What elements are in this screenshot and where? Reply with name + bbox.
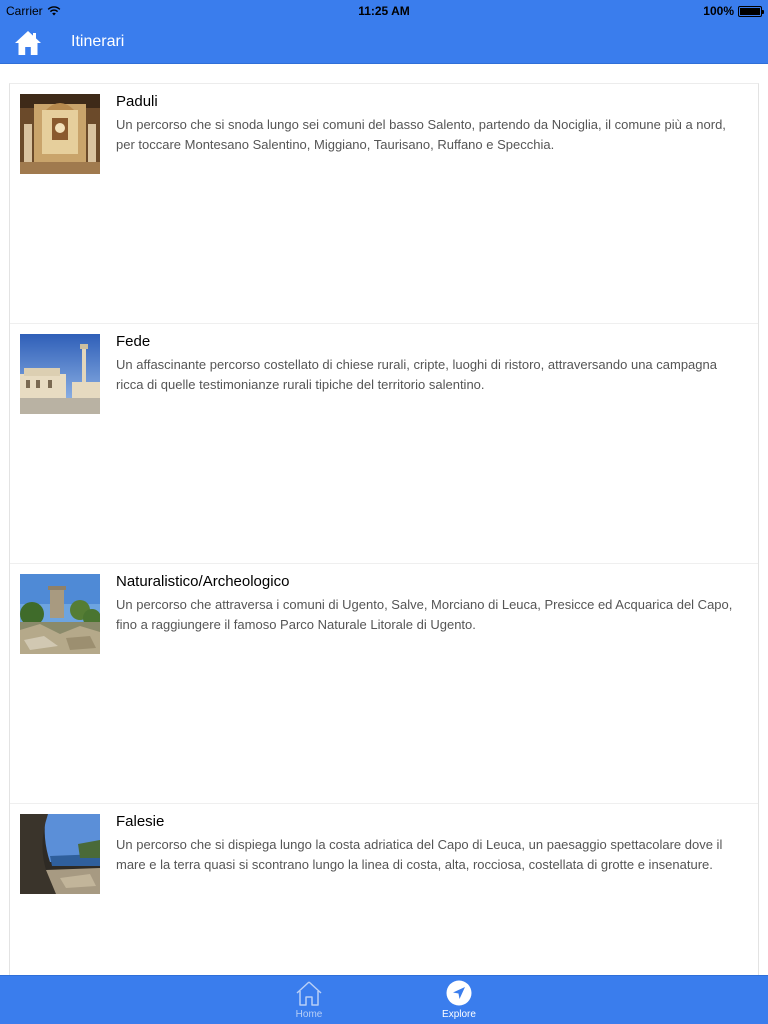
itinerary-description: Un affascinante percorso costellato di c…: [116, 357, 717, 392]
itinerary-title: Naturalistico/Archeologico: [116, 573, 290, 590]
page-title: Itinerari: [71, 33, 125, 50]
itinerary-thumbnail: [20, 334, 100, 414]
battery-fill: [740, 7, 760, 15]
location-arrow-icon: [446, 980, 472, 1006]
itinerary-description: Un percorso che si dispiega lungo la cos…: [116, 837, 723, 872]
itinerary-description: Un percorso che attraversa i comuni di U…: [116, 597, 733, 632]
itinerary-list[interactable]: Paduli Un percorso che si snoda lungo se…: [9, 83, 759, 975]
itinerary-title: Paduli: [116, 93, 158, 110]
home-outline-icon: [296, 981, 322, 1006]
battery-indicator: 100%: [703, 4, 764, 18]
navigation-bar: Itinerari: [0, 20, 768, 64]
itinerary-thumbnail: [20, 94, 100, 174]
itinerary-description: Un percorso che si snoda lungo sei comun…: [116, 117, 726, 152]
tab-home-label: Home: [295, 1009, 323, 1020]
itinerary-title: Fede: [116, 333, 151, 350]
battery-label: 100%: [703, 4, 734, 18]
itinerary-title: Falesie: [116, 813, 165, 830]
tab-home[interactable]: Home: [269, 976, 349, 1024]
itinerary-item-falesie[interactable]: Falesie Un percorso che si dispiega lung…: [10, 804, 758, 975]
tab-explore[interactable]: Explore: [419, 976, 499, 1024]
itinerary-item-naturalistico-archeologico[interactable]: Naturalistico/Archeologico Un percorso c…: [10, 564, 758, 804]
tab-bar: Home Explore: [0, 975, 768, 1024]
top-bar: Carrier 11:25 AM 100% Itinerari: [0, 0, 768, 64]
itinerary-item-paduli[interactable]: Paduli Un percorso che si snoda lungo se…: [10, 84, 758, 324]
battery-icon: [738, 5, 764, 17]
status-bar: Carrier 11:25 AM 100%: [0, 0, 768, 20]
status-time: 11:25 AM: [358, 4, 410, 18]
tab-explore-label: Explore: [442, 1009, 476, 1020]
itinerary-thumbnail: [20, 574, 100, 654]
itinerary-thumbnail: [20, 814, 100, 894]
itinerary-item-fede[interactable]: Fede Un affascinante percorso costellato…: [10, 324, 758, 564]
home-icon[interactable]: [14, 29, 42, 57]
